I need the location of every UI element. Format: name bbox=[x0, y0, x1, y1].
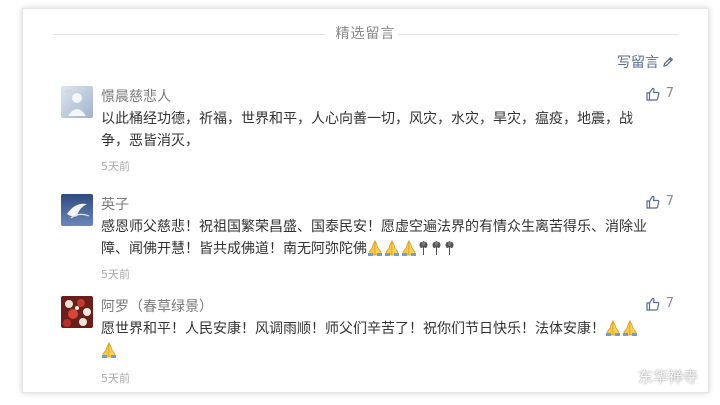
thumbs-up-icon[interactable] bbox=[646, 87, 660, 101]
avatar[interactable] bbox=[61, 296, 93, 328]
comments-panel: 精选留言 写留言 憬晨慈悲人 以此桶经功德，祈福，世界和平，人心向善一切，风灾，… bbox=[22, 8, 709, 393]
comment-nickname: 憬晨慈悲人 bbox=[101, 89, 171, 105]
comment-text: 以此桶经功德，祈福，世界和平，人心向善一切，风灾，水灾，旱灾，瘟疫，地震，战争，… bbox=[101, 108, 654, 152]
comment-nickname: 阿罗（春草绿景） bbox=[101, 299, 213, 315]
comment-time: 5天前 bbox=[101, 268, 130, 281]
pray-icon bbox=[384, 239, 400, 256]
pencil-icon[interactable] bbox=[662, 56, 674, 68]
avatar-flowers-icon bbox=[61, 296, 93, 328]
avatar[interactable] bbox=[61, 194, 93, 226]
avatar[interactable] bbox=[61, 86, 93, 118]
comment-time: 5天前 bbox=[101, 372, 130, 385]
wheat-icon bbox=[444, 240, 455, 255]
wheat-icon bbox=[431, 240, 442, 255]
comment-text: 感恩师父慈悲！祝祖国繁荣昌盛、国泰民安！愿虚空遍法界的有情众生离苦得乐、消除业障… bbox=[101, 216, 654, 260]
wechat-icon bbox=[612, 367, 634, 385]
comment-item: 阿罗（春草绿景） 愿世界和平！人民安康！风调雨顺！师父们辛苦了！祝你们节日快乐！… bbox=[61, 296, 674, 385]
comment-text-body: 愿世界和平！人民安康！风调雨顺！师父们辛苦了！祝你们节日快乐！法体安康！ bbox=[101, 321, 605, 337]
avatar-bird-icon bbox=[61, 194, 93, 226]
comment-text: 愿世界和平！人民安康！风调雨顺！师父们辛苦了！祝你们节日快乐！法体安康！ bbox=[101, 318, 654, 362]
pray-icon bbox=[605, 319, 621, 336]
pray-icon bbox=[101, 341, 117, 358]
watermark: 东华禅寺 bbox=[612, 366, 698, 387]
like-button[interactable]: 7 bbox=[646, 194, 674, 209]
like-button[interactable]: 7 bbox=[646, 86, 674, 101]
thumbs-up-icon[interactable] bbox=[646, 297, 660, 311]
wheat-icon bbox=[418, 240, 429, 255]
thumbs-up-icon[interactable] bbox=[646, 195, 660, 209]
watermark-text: 东华禅寺 bbox=[637, 368, 698, 386]
section-header: 精选留言 bbox=[53, 23, 678, 43]
comment-item: 憬晨慈悲人 以此桶经功德，祈福，世界和平，人心向善一切，风灾，水灾，旱灾，瘟疫，… bbox=[61, 86, 674, 173]
pray-icon bbox=[367, 239, 383, 256]
pray-icon bbox=[401, 239, 417, 256]
comment-time: 5天前 bbox=[101, 160, 130, 173]
write-comment-link[interactable]: 写留言 bbox=[617, 52, 674, 72]
divider bbox=[398, 34, 678, 35]
comment-item: 英子 感恩师父慈悲！祝祖国繁荣昌盛、国泰民安！愿虚空遍法界的有情众生离苦得乐、消… bbox=[61, 194, 674, 281]
like-count: 7 bbox=[665, 194, 674, 209]
comment-text-body: 以此桶经功德，祈福，世界和平，人心向善一切，风灾，水灾，旱灾，瘟疫，地震，战争，… bbox=[101, 111, 633, 149]
like-button[interactable]: 7 bbox=[646, 296, 674, 311]
section-title: 精选留言 bbox=[335, 26, 396, 42]
avatar-silhouette-icon bbox=[61, 86, 93, 118]
like-count: 7 bbox=[665, 296, 674, 311]
comment-nickname: 英子 bbox=[101, 197, 129, 213]
pray-icon bbox=[622, 319, 638, 336]
like-count: 7 bbox=[665, 86, 674, 101]
write-comment-label[interactable]: 写留言 bbox=[617, 52, 659, 72]
